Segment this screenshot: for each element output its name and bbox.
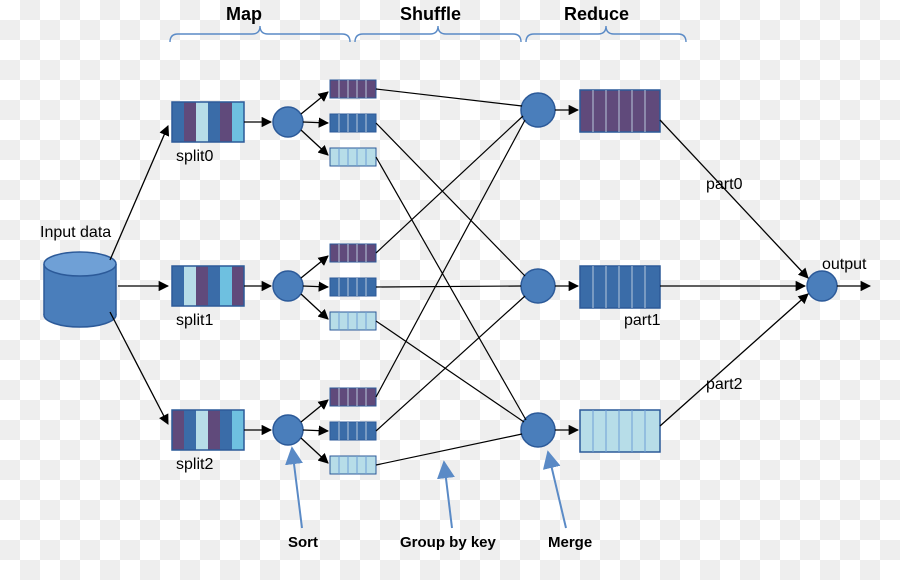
sorted-1-purple — [330, 244, 376, 262]
input-cylinder-icon — [44, 252, 116, 327]
part1-block — [580, 266, 660, 308]
output-node — [807, 271, 837, 301]
phase-braces — [170, 26, 686, 42]
label-sort: Sort — [288, 534, 318, 551]
label-output: output — [822, 256, 866, 274]
label-part0: part0 — [706, 176, 742, 194]
arrows-splits-maps — [244, 122, 271, 430]
split1-block — [172, 266, 244, 306]
arrows-shuffle — [376, 89, 526, 465]
sorted-1-light — [330, 312, 376, 330]
header-shuffle: Shuffle — [400, 4, 461, 25]
split2-block — [172, 410, 244, 450]
label-split0: split0 — [176, 148, 213, 166]
split0-block — [172, 102, 244, 142]
sorted-0-blue — [330, 114, 376, 132]
arrows-input-splits — [110, 126, 168, 424]
label-part2: part2 — [706, 376, 742, 394]
part0-block — [580, 90, 660, 132]
label-split2: split2 — [176, 456, 213, 474]
arrows-reduce-parts — [555, 110, 578, 430]
label-part1: part1 — [624, 312, 660, 330]
sorted-2-purple — [330, 388, 376, 406]
reduce-node-0 — [521, 93, 555, 127]
sorted-0-light — [330, 148, 376, 166]
reduce-node-2 — [521, 413, 555, 447]
sorted-0-purple — [330, 80, 376, 98]
map-node-0 — [273, 107, 303, 137]
label-split1: split1 — [176, 312, 213, 330]
map-node-1 — [273, 271, 303, 301]
arrows-maps-sorted — [301, 92, 328, 463]
sorted-2-light — [330, 456, 376, 474]
label-input: Input data — [40, 224, 111, 242]
header-map: Map — [226, 4, 262, 25]
mapreduce-diagram — [0, 0, 900, 580]
reduce-node-1 — [521, 269, 555, 303]
label-merge: Merge — [548, 534, 592, 551]
label-groupby: Group by key — [400, 534, 496, 551]
sorted-2-blue — [330, 422, 376, 440]
map-node-2 — [273, 415, 303, 445]
header-reduce: Reduce — [564, 4, 629, 25]
sorted-1-blue — [330, 278, 376, 296]
part2-block — [580, 410, 660, 452]
